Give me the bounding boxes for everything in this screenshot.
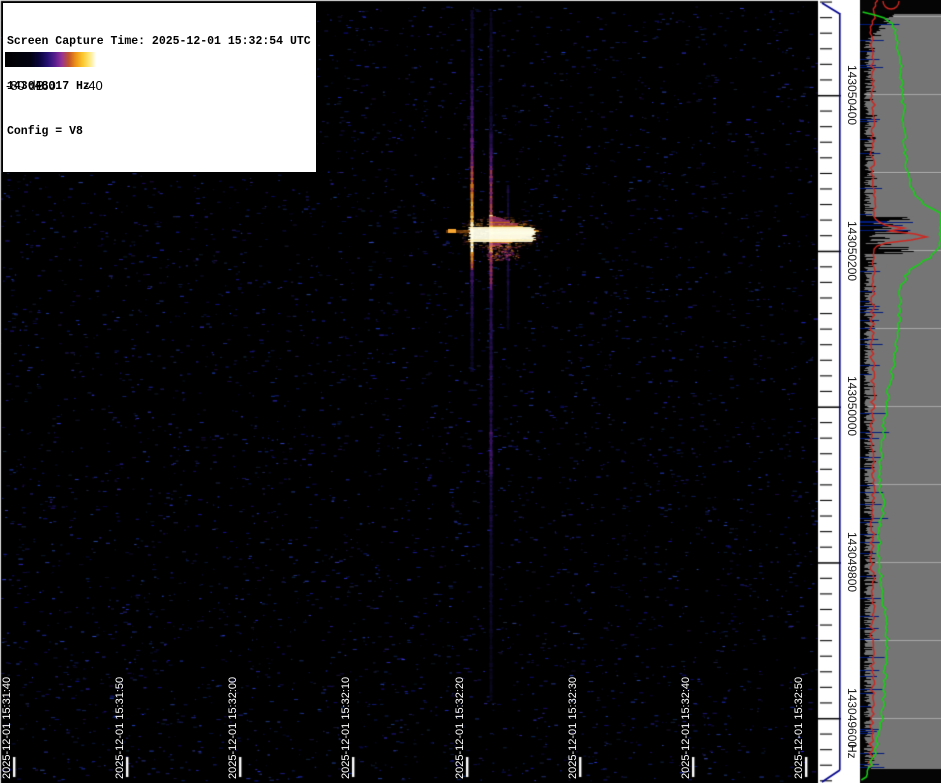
spectrum-lab-display: Screen Capture Time: 2025-12-01 15:32:54… [0,0,941,783]
frequency-axis-label: 143049800 [845,532,859,593]
time-axis-label: 2025-12-01 15:32:00 [227,676,239,779]
time-axis-label: 2025-12-01 15:32:40 [680,676,692,779]
frequency-axis-label: 143049600 [845,688,859,749]
time-axis-label: 2025-12-01 15:31:40 [1,676,13,779]
amplitude-colorbar-gradient [5,52,102,67]
capture-time-text: Screen Capture Time: 2025-12-01 15:32:54… [7,35,311,48]
time-axis-label: 2025-12-01 15:32:10 [340,676,352,779]
colorbar-label-40db: -40 [84,78,103,93]
frequency-axis-label: 143050400 [845,65,859,126]
frequency-axis-label: 143050200 [845,221,859,282]
time-axis-label: 2025-12-01 15:32:50 [793,676,805,779]
time-axis-label: 2025-12-01 15:32:20 [454,676,466,779]
colorbar-label-60db: -60 [37,78,56,93]
config-label: Config = V8 [7,125,83,138]
time-axis-label: 2025-12-01 15:32:30 [567,676,579,779]
frequency-axis-unit: Hz [845,744,859,759]
frequency-axis-label: 143050000 [845,376,859,437]
time-axis-label: 2025-12-01 15:31:50 [114,676,126,779]
